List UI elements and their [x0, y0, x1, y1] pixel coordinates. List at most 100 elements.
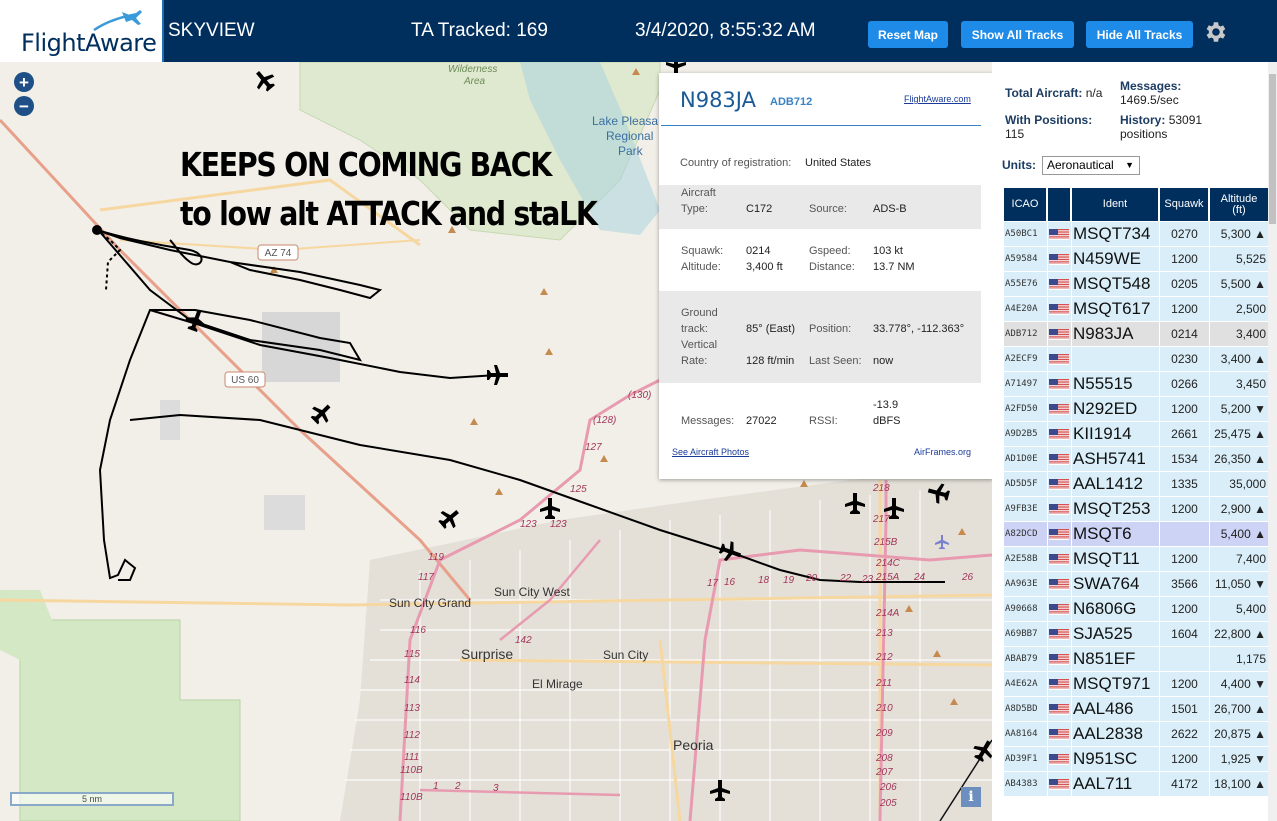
scrollbar-thumb[interactable] — [1269, 74, 1276, 224]
road-label: 18 — [758, 575, 770, 586]
col-flag[interactable] — [1048, 188, 1071, 221]
table-row[interactable]: A2E58B MSQT11 1200 7,400 — [1004, 547, 1269, 572]
row-ident: N951SC — [1073, 749, 1138, 768]
row-icao: A9D2B5 — [1005, 429, 1038, 439]
row-ident: MSQT253 — [1073, 499, 1151, 518]
road-label: 218 — [872, 483, 890, 494]
row-altitude: 35,000 — [1229, 477, 1266, 491]
table-row[interactable]: AD1D0E ASH5741 1534 26,350 ▲ — [1004, 447, 1269, 472]
row-squawk: 1534 — [1171, 452, 1198, 466]
row-icao: A2E58B — [1005, 554, 1038, 564]
dropdown-arrow-icon: ▼ — [1125, 160, 1134, 170]
table-row[interactable]: A71497 N55515 0266 3,450 — [1004, 372, 1269, 397]
row-icao: A2ECF9 — [1005, 354, 1038, 364]
table-row[interactable]: A8D5BD AAL486 1501 26,700 ▲ — [1004, 697, 1269, 722]
reset-map-button[interactable]: Reset Map — [868, 21, 948, 48]
panel-scrollbar[interactable] — [1268, 62, 1277, 821]
top-bar: FlightAware SKYVIEW TA Tracked: 169 3/4/… — [0, 0, 1277, 62]
logo-text: FlightAware — [21, 29, 157, 57]
flightaware-link[interactable]: FlightAware.com — [904, 94, 971, 104]
table-row[interactable]: A9FB3E MSQT253 1200 2,900 ▲ — [1004, 497, 1269, 522]
with-positions-label: With Positions: — [1005, 113, 1093, 127]
label-el-mirage: El Mirage — [532, 677, 583, 691]
road-label: 111 — [404, 752, 419, 763]
table-row[interactable]: A4E62A MSQT971 1200 4,400 ▼ — [1004, 672, 1269, 697]
table-row[interactable]: A90668 N6806G 1200 5,400 — [1004, 597, 1269, 622]
road-label: 19 — [783, 575, 795, 586]
source-label: Source: — [809, 203, 847, 215]
col-squawk[interactable]: Squawk — [1160, 188, 1209, 221]
table-row[interactable]: ABAB79 N851EF 1,175 — [1004, 647, 1269, 672]
row-squawk: 1335 — [1171, 477, 1198, 491]
messages-stat: Messages: 1469.5/sec — [1120, 79, 1181, 107]
row-icao: A69BB7 — [1005, 629, 1038, 639]
gear-icon[interactable] — [1202, 19, 1228, 45]
aircraft-photos-link[interactable]: See Aircraft Photos — [672, 447, 749, 457]
table-row[interactable]: A69BB7 SJA525 1604 22,800 ▲ — [1004, 622, 1269, 647]
table-row[interactable]: AD5D5F AAL1412 1335 35,000 — [1004, 472, 1269, 497]
table-row[interactable]: A55E76 MSQT548 0205 5,500 ▲ — [1004, 272, 1269, 297]
row-altitude: 5,300 ▲ — [1220, 227, 1266, 241]
road-label: 207 — [875, 767, 893, 778]
altitude-value: 3,400 ft — [746, 261, 783, 273]
us-flag-icon — [1048, 297, 1070, 321]
airframes-link[interactable]: AirFrames.org — [914, 447, 971, 457]
col-altitude[interactable]: Altitude (ft) — [1210, 188, 1269, 221]
us-flag-icon — [1048, 572, 1070, 596]
road-label: 217 — [872, 514, 890, 525]
road-label: 26 — [961, 572, 974, 583]
row-squawk: 4172 — [1171, 777, 1198, 791]
table-row[interactable]: A59584 N459WE 1200 5,525 — [1004, 247, 1269, 272]
table-row[interactable]: A9D2B5 KII1914 2661 25,475 ▲ — [1004, 422, 1269, 447]
altitude-label: Altitude: — [681, 261, 721, 273]
row-ident: MSQT617 — [1073, 299, 1151, 318]
table-row[interactable]: AA963E SWA764 3566 11,050 ▼ — [1004, 572, 1269, 597]
show-all-tracks-button[interactable]: Show All Tracks — [961, 21, 1074, 48]
col-icao[interactable]: ICAO — [1004, 188, 1047, 221]
row-altitude: 18,100 ▲ — [1214, 777, 1266, 791]
table-row[interactable]: A2FD50 N292ED 1200 5,200 ▼ — [1004, 397, 1269, 422]
zoom-in-button[interactable]: + — [14, 72, 34, 92]
shield-az74: AZ 74 — [265, 248, 292, 259]
table-row[interactable]: A82DCD MSQT6 5,400 ▲ — [1004, 522, 1269, 547]
row-squawk: 2661 — [1171, 427, 1198, 441]
units-select[interactable]: Aeronautical ▼ — [1042, 156, 1140, 175]
table-row[interactable]: A50BC1 MSQT734 0270 5,300 ▲ — [1004, 222, 1269, 247]
col-altitude-label: Altitude — [1220, 192, 1258, 205]
flightaware-logo[interactable]: FlightAware — [0, 0, 164, 62]
row-ident: MSQT11 — [1073, 549, 1140, 568]
popup-icao: ADB712 — [770, 96, 813, 108]
us-flag-icon — [1048, 247, 1070, 271]
info-icon[interactable]: i — [961, 787, 981, 807]
us-flag-icon — [1048, 747, 1070, 771]
row-icao: A2FD50 — [1005, 404, 1038, 414]
row-altitude: 26,350 ▲ — [1214, 452, 1266, 466]
total-aircraft-label: Total Aircraft: — [1005, 86, 1083, 100]
label-sun-city-grand: Sun City Grand — [389, 596, 471, 610]
row-icao: AA963E — [1005, 579, 1038, 589]
table-row[interactable]: A2ECF9 0230 3,400 ▲ — [1004, 347, 1269, 372]
zoom-out-button[interactable]: − — [14, 96, 34, 116]
us-flag-icon — [1048, 547, 1070, 571]
us-flag-icon — [1048, 272, 1070, 296]
table-row[interactable]: AB4383 AAL711 4172 18,100 ▲ — [1004, 772, 1269, 797]
row-icao: ADB712 — [1005, 329, 1038, 339]
hide-all-tracks-button[interactable]: Hide All Tracks — [1086, 21, 1193, 48]
row-altitude: 3,400 — [1235, 327, 1266, 341]
ground-track-label-2: track: — [681, 323, 708, 335]
row-altitude: 5,500 ▲ — [1220, 277, 1266, 291]
table-row[interactable]: AD39F1 N951SC 1200 1,925 ▼ — [1004, 747, 1269, 772]
road-label: 211 — [875, 678, 892, 689]
us-flag-icon — [1048, 647, 1070, 671]
row-squawk: 1200 — [1171, 677, 1198, 691]
history-stat-label: History: — [1120, 113, 1166, 127]
aircraft-type-label: Aircraft — [681, 187, 716, 199]
table-row[interactable]: ADB712 N983JA 0214 3,400 — [1004, 322, 1269, 347]
popup-section-signal: Messages: 27022 RSSI: -13.9 dBFS — [659, 395, 981, 431]
table-row[interactable]: AA8164 AAL2838 2622 20,875 ▲ — [1004, 722, 1269, 747]
col-ident[interactable]: Ident — [1072, 188, 1159, 221]
row-squawk: 1200 — [1171, 502, 1198, 516]
row-icao: AA8164 — [1005, 729, 1038, 739]
table-row[interactable]: A4E20A MSQT617 1200 2,500 — [1004, 297, 1269, 322]
row-ident — [1073, 347, 1159, 371]
